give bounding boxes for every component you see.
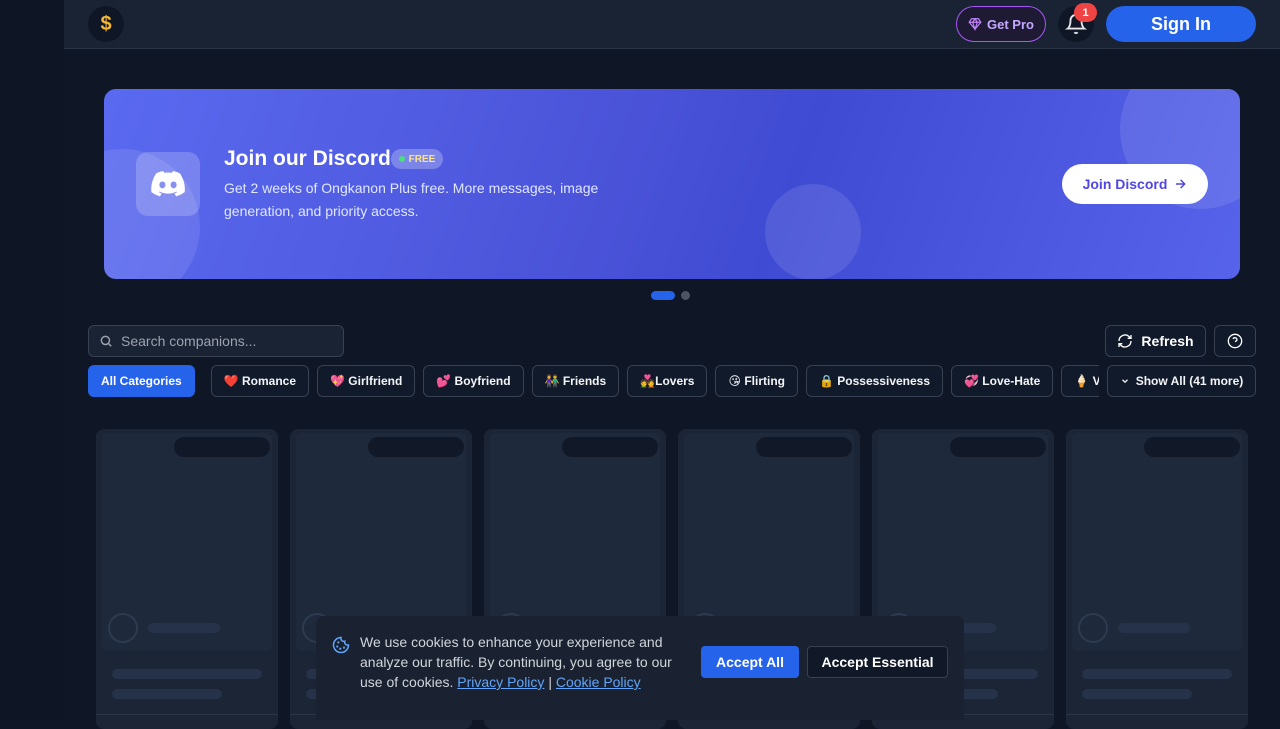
- notification-badge: 1: [1074, 3, 1097, 22]
- privacy-policy-link[interactable]: Privacy Policy: [457, 674, 544, 690]
- join-discord-button[interactable]: Join Discord: [1062, 164, 1208, 204]
- category-boyfriend[interactable]: 💕 Boyfriend: [423, 365, 524, 397]
- help-button[interactable]: [1214, 325, 1256, 357]
- accept-essential-button[interactable]: Accept Essential: [807, 646, 948, 678]
- coins-button[interactable]: $: [88, 6, 124, 42]
- accept-all-button[interactable]: Accept All: [701, 646, 799, 678]
- sign-in-button[interactable]: Sign In: [1106, 6, 1256, 42]
- card-stats-placeholder: [368, 437, 464, 457]
- cookie-message: We use cookies to enhance your experienc…: [360, 632, 690, 692]
- text-placeholder: [1082, 689, 1192, 699]
- chevron-down-icon: [1121, 379, 1128, 384]
- card-stats-placeholder: [756, 437, 852, 457]
- search-input[interactable]: [121, 333, 331, 349]
- carousel-dot-2[interactable]: [681, 291, 690, 300]
- discord-icon: [151, 171, 185, 197]
- link-separator: |: [548, 674, 552, 690]
- get-pro-label: Get Pro: [987, 16, 1034, 32]
- refresh-label: Refresh: [1141, 333, 1194, 349]
- search-box: [88, 325, 344, 357]
- category-truncated[interactable]: 🍦 V: [1061, 365, 1099, 397]
- card-stats-placeholder: [1144, 437, 1240, 457]
- carousel-dots: [651, 291, 690, 300]
- card-stats-placeholder: [562, 437, 658, 457]
- refresh-button[interactable]: Refresh: [1105, 325, 1206, 357]
- card-stats-placeholder: [950, 437, 1046, 457]
- avatar-placeholder: [1078, 613, 1108, 643]
- diamond-icon: [968, 17, 982, 31]
- category-flirting[interactable]: 😘 Flirting: [715, 365, 798, 397]
- text-placeholder: [112, 689, 222, 699]
- dollar-icon: $: [100, 12, 112, 35]
- cookie-banner: We use cookies to enhance your experienc…: [316, 616, 964, 720]
- decor-circle: [765, 184, 861, 279]
- text-placeholder: [1082, 669, 1232, 679]
- cookie-policy-link[interactable]: Cookie Policy: [556, 674, 641, 690]
- companion-card-skeleton[interactable]: [1066, 429, 1248, 729]
- status-dot: [398, 156, 405, 162]
- carousel-dot-1[interactable]: [651, 291, 675, 300]
- refresh-icon: [1118, 334, 1133, 348]
- top-bar: $ Get Pro 1 Sign In: [64, 0, 1280, 49]
- avatar-placeholder: [108, 613, 138, 643]
- arrow-right-icon: [1176, 179, 1187, 189]
- text-placeholder: [1118, 623, 1190, 633]
- category-all[interactable]: All Categories: [88, 365, 195, 397]
- sidebar: [0, 0, 64, 720]
- card-divider: [1066, 714, 1248, 715]
- free-badge: FREE: [391, 149, 443, 169]
- get-pro-button[interactable]: Get Pro: [956, 6, 1046, 42]
- category-possessiveness[interactable]: 🔒 Possessiveness: [806, 365, 944, 397]
- show-all-button[interactable]: Show All (41 more): [1107, 365, 1256, 397]
- category-friends[interactable]: 👫 Friends: [531, 365, 620, 397]
- companion-card-skeleton[interactable]: [96, 429, 278, 729]
- banner-title: Join our Discord: [224, 147, 391, 170]
- help-icon: [1227, 333, 1243, 349]
- category-love-hate[interactable]: 💞 Love-Hate: [951, 365, 1054, 397]
- join-discord-label: Join Discord: [1082, 176, 1168, 192]
- banner-description: Get 2 weeks of Ongkanon Plus free. More …: [224, 180, 599, 219]
- category-chips: All Categories ❤️ Romance 💖 Girlfriend 💕…: [88, 365, 1099, 397]
- category-lovers[interactable]: 💑Lovers: [627, 365, 708, 397]
- discord-logo-tile: [136, 152, 200, 216]
- search-icon: [100, 335, 112, 347]
- category-romance[interactable]: ❤️ Romance: [210, 365, 309, 397]
- show-all-label: Show All (41 more): [1135, 374, 1244, 388]
- text-placeholder: [112, 669, 262, 679]
- free-badge-label: FREE: [408, 153, 436, 165]
- category-girlfriend[interactable]: 💖 Girlfriend: [317, 365, 416, 397]
- text-placeholder: [148, 623, 220, 633]
- cookie-icon: [332, 636, 350, 654]
- card-stats-placeholder: [174, 437, 270, 457]
- card-divider: [96, 714, 278, 715]
- discord-banner: Join our Discord FREE Get 2 weeks of Ong…: [104, 89, 1240, 279]
